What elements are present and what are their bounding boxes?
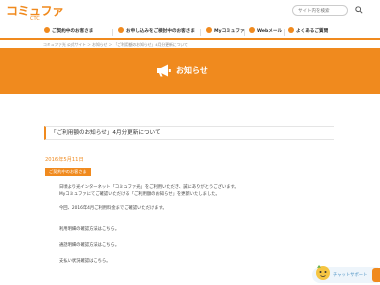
- chat-support-button[interactable]: チャットサポート: [312, 265, 378, 283]
- home-icon: [118, 26, 124, 33]
- article-title: 「ご利用額のお知らせ」4月分更新について: [51, 130, 161, 136]
- nav-divider: [284, 29, 285, 36]
- logo-sub-text: CTC: [30, 16, 40, 22]
- nav-underline: [0, 38, 380, 40]
- person-icon: [44, 26, 50, 33]
- page-hero: お知らせ: [0, 48, 380, 94]
- nav-divider: [112, 29, 113, 36]
- megaphone-icon: [157, 64, 171, 77]
- nav-prospective-customers-label: お申し込みをご検討中のお客さま: [126, 29, 195, 34]
- article-date: 2016年5月11日: [45, 157, 84, 163]
- chat-mascot-icon: [316, 265, 330, 280]
- commufa-logo[interactable]: コミュファ CTC: [6, 5, 64, 23]
- site-search-input[interactable]: [292, 5, 348, 16]
- nav-webmail-label: Webメール: [257, 29, 283, 34]
- nav-my-commufa[interactable]: Myコミュファ: [206, 26, 245, 38]
- nav-faq-label: よくあるご質問: [296, 29, 329, 34]
- category-tag: ご契約中のお客さま: [45, 168, 91, 176]
- nav-webmail[interactable]: Webメール: [249, 26, 282, 38]
- global-nav: ご契約中のお客さま お申し込みをご検討中のお客さま Myコミュファ Webメール…: [0, 26, 380, 38]
- article-heading: 「ご利用額のお知らせ」4月分更新について: [44, 126, 334, 140]
- chat-support-label: チャットサポート: [333, 273, 368, 278]
- search-icon[interactable]: [355, 6, 363, 14]
- page-top-button[interactable]: [372, 268, 380, 282]
- payment-status-link[interactable]: 支払い状況確認はこちら。: [59, 258, 111, 265]
- nav-divider: [200, 29, 201, 36]
- heart-icon: [206, 26, 212, 33]
- question-icon: [288, 26, 294, 33]
- article-paragraph: 今回、2016年4月ご利用料金までご確認いただけます。: [59, 206, 167, 211]
- call-details-link[interactable]: 通話明細の確認方法はこちら。: [59, 242, 119, 249]
- article-paragraph: 日頃より光インターネット「コミュファ光」をご利用いただき、誠にありがとうございま…: [59, 185, 239, 190]
- nav-current-customers-label: ご契約中のお客さま: [52, 29, 94, 34]
- mail-icon: [249, 26, 255, 33]
- article-paragraph: Myコミュファにてご確認いただける「ご利用額のお知らせ」を更新いたしました。: [59, 192, 220, 197]
- page-title: お知らせ: [176, 66, 208, 75]
- nav-prospective-customers[interactable]: お申し込みをご検討中のお客さま: [118, 26, 195, 38]
- nav-current-customers[interactable]: ご契約中のお客さま: [44, 26, 93, 38]
- nav-divider: [244, 29, 245, 36]
- site-header: コミュファ CTC: [0, 0, 380, 26]
- usage-details-link[interactable]: 利用明細の確認方法はこちら。: [59, 226, 119, 233]
- nav-my-commufa-label: Myコミュファ: [214, 29, 245, 34]
- nav-faq[interactable]: よくあるご質問: [288, 26, 328, 38]
